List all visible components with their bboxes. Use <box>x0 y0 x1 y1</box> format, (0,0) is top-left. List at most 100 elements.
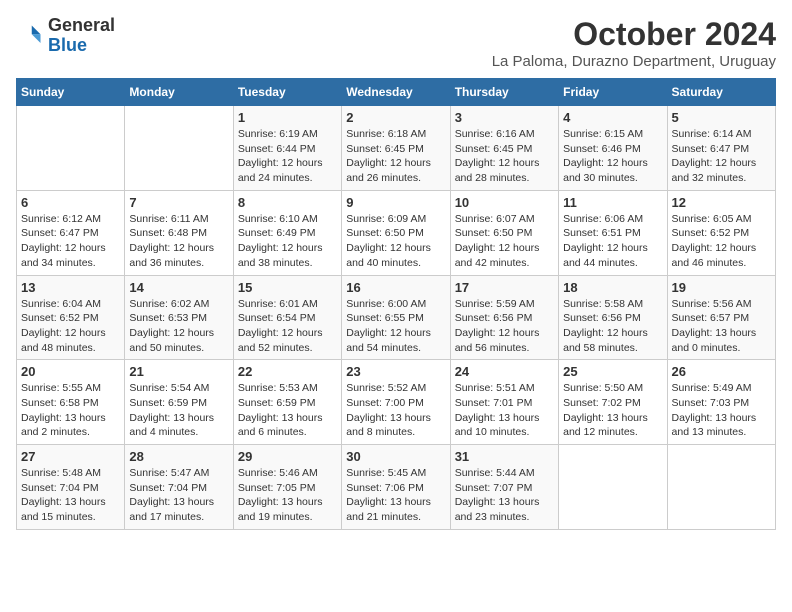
day-detail: Sunrise: 6:18 AMSunset: 6:45 PMDaylight:… <box>346 127 445 186</box>
day-number: 14 <box>129 280 228 295</box>
week-row-5: 27 Sunrise: 5:48 AMSunset: 7:04 PMDayligh… <box>17 445 776 530</box>
day-cell: 27 Sunrise: 5:48 AMSunset: 7:04 PMDayligh… <box>17 445 125 530</box>
day-detail: Sunrise: 5:58 AMSunset: 6:56 PMDaylight:… <box>563 297 662 356</box>
day-detail: Sunrise: 5:51 AMSunset: 7:01 PMDaylight:… <box>455 381 554 440</box>
day-cell: 25 Sunrise: 5:50 AMSunset: 7:02 PMDayligh… <box>559 360 667 445</box>
day-detail: Sunrise: 6:04 AMSunset: 6:52 PMDaylight:… <box>21 297 120 356</box>
day-number: 27 <box>21 449 120 464</box>
day-number: 15 <box>238 280 337 295</box>
day-number: 25 <box>563 364 662 379</box>
day-number: 20 <box>21 364 120 379</box>
day-number: 6 <box>21 195 120 210</box>
day-cell: 1Sunrise: 6:19 AMSunset: 6:44 PMDaylight… <box>233 106 341 191</box>
day-number: 19 <box>672 280 771 295</box>
day-number: 3 <box>455 110 554 125</box>
day-number: 17 <box>455 280 554 295</box>
day-detail: Sunrise: 6:05 AMSunset: 6:52 PMDaylight:… <box>672 212 771 271</box>
day-detail: Sunrise: 5:55 AMSunset: 6:58 PMDaylight:… <box>21 381 120 440</box>
day-cell: 16 Sunrise: 6:00 AMSunset: 6:55 PMDayligh… <box>342 275 450 360</box>
day-cell: 7 Sunrise: 6:11 AMSunset: 6:48 PMDaylight… <box>125 190 233 275</box>
day-detail: Sunrise: 5:50 AMSunset: 7:02 PMDaylight:… <box>563 381 662 440</box>
day-detail: Sunrise: 5:54 AMSunset: 6:59 PMDaylight:… <box>129 381 228 440</box>
day-detail: Sunrise: 6:16 AMSunset: 6:45 PMDaylight:… <box>455 127 554 186</box>
day-number: 1 <box>238 110 337 125</box>
day-detail: Sunrise: 6:01 AMSunset: 6:54 PMDaylight:… <box>238 297 337 356</box>
logo: General Blue <box>16 16 115 56</box>
day-cell <box>125 106 233 191</box>
day-cell: 11 Sunrise: 6:06 AMSunset: 6:51 PMDayligh… <box>559 190 667 275</box>
day-detail: Sunrise: 6:15 AMSunset: 6:46 PMDaylight:… <box>563 127 662 186</box>
day-cell: 8 Sunrise: 6:10 AMSunset: 6:49 PMDaylight… <box>233 190 341 275</box>
day-detail: Sunrise: 6:12 AMSunset: 6:47 PMDaylight:… <box>21 212 120 271</box>
day-detail: Sunrise: 6:11 AMSunset: 6:48 PMDaylight:… <box>129 212 228 271</box>
day-number: 2 <box>346 110 445 125</box>
day-detail: Sunrise: 5:48 AMSunset: 7:04 PMDaylight:… <box>21 466 120 525</box>
day-number: 8 <box>238 195 337 210</box>
day-cell: 15 Sunrise: 6:01 AMSunset: 6:54 PMDayligh… <box>233 275 341 360</box>
day-number: 21 <box>129 364 228 379</box>
day-cell: 5 Sunrise: 6:14 AMSunset: 6:47 PMDaylight… <box>667 106 775 191</box>
day-cell: 12 Sunrise: 6:05 AMSunset: 6:52 PMDayligh… <box>667 190 775 275</box>
col-header-sunday: Sunday <box>17 79 125 106</box>
day-number: 16 <box>346 280 445 295</box>
day-cell: 6 Sunrise: 6:12 AMSunset: 6:47 PMDaylight… <box>17 190 125 275</box>
day-detail: Sunrise: 6:07 AMSunset: 6:50 PMDaylight:… <box>455 212 554 271</box>
logo-text: General Blue <box>48 16 115 56</box>
day-number: 11 <box>563 195 662 210</box>
day-detail: Sunrise: 5:52 AMSunset: 7:00 PMDaylight:… <box>346 381 445 440</box>
logo-general: General <box>48 15 115 35</box>
day-cell: 17Sunrise: 5:59 AMSunset: 6:56 PMDayligh… <box>450 275 558 360</box>
week-row-4: 20 Sunrise: 5:55 AMSunset: 6:58 PMDayligh… <box>17 360 776 445</box>
header-row: SundayMondayTuesdayWednesdayThursdayFrid… <box>17 79 776 106</box>
day-cell <box>667 445 775 530</box>
day-cell: 19 Sunrise: 5:56 AMSunset: 6:57 PMDayligh… <box>667 275 775 360</box>
day-detail: Sunrise: 5:47 AMSunset: 7:04 PMDaylight:… <box>129 466 228 525</box>
day-cell: 24 Sunrise: 5:51 AMSunset: 7:01 PMDayligh… <box>450 360 558 445</box>
day-detail: Sunrise: 6:09 AMSunset: 6:50 PMDaylight:… <box>346 212 445 271</box>
day-detail: Sunrise: 6:00 AMSunset: 6:55 PMDaylight:… <box>346 297 445 356</box>
col-header-tuesday: Tuesday <box>233 79 341 106</box>
day-number: 30 <box>346 449 445 464</box>
day-number: 24 <box>455 364 554 379</box>
day-cell: 2 Sunrise: 6:18 AMSunset: 6:45 PMDaylight… <box>342 106 450 191</box>
col-header-wednesday: Wednesday <box>342 79 450 106</box>
day-detail: Sunrise: 5:46 AMSunset: 7:05 PMDaylight:… <box>238 466 337 525</box>
day-number: 5 <box>672 110 771 125</box>
day-number: 13 <box>21 280 120 295</box>
day-detail: Sunrise: 6:14 AMSunset: 6:47 PMDaylight:… <box>672 127 771 186</box>
day-cell: 22Sunrise: 5:53 AMSunset: 6:59 PMDayligh… <box>233 360 341 445</box>
header: General Blue October 2024 La Paloma, Dur… <box>16 16 776 70</box>
day-cell: 9Sunrise: 6:09 AMSunset: 6:50 PMDaylight… <box>342 190 450 275</box>
day-detail: Sunrise: 5:56 AMSunset: 6:57 PMDaylight:… <box>672 297 771 356</box>
week-row-2: 6 Sunrise: 6:12 AMSunset: 6:47 PMDaylight… <box>17 190 776 275</box>
col-header-monday: Monday <box>125 79 233 106</box>
day-cell: 28 Sunrise: 5:47 AMSunset: 7:04 PMDayligh… <box>125 445 233 530</box>
day-detail: Sunrise: 5:45 AMSunset: 7:06 PMDaylight:… <box>346 466 445 525</box>
col-header-friday: Friday <box>559 79 667 106</box>
day-number: 23 <box>346 364 445 379</box>
day-cell: 29Sunrise: 5:46 AMSunset: 7:05 PMDayligh… <box>233 445 341 530</box>
logo-icon <box>16 22 44 50</box>
day-number: 7 <box>129 195 228 210</box>
day-number: 28 <box>129 449 228 464</box>
day-cell: 10 Sunrise: 6:07 AMSunset: 6:50 PMDayligh… <box>450 190 558 275</box>
day-cell <box>559 445 667 530</box>
day-detail: Sunrise: 5:44 AMSunset: 7:07 PMDaylight:… <box>455 466 554 525</box>
title-area: October 2024 La Paloma, Durazno Departme… <box>492 16 776 70</box>
day-number: 12 <box>672 195 771 210</box>
day-cell: 20 Sunrise: 5:55 AMSunset: 6:58 PMDayligh… <box>17 360 125 445</box>
day-detail: Sunrise: 6:06 AMSunset: 6:51 PMDaylight:… <box>563 212 662 271</box>
location-title: La Paloma, Durazno Department, Uruguay <box>492 53 776 70</box>
day-number: 4 <box>563 110 662 125</box>
day-cell: 4 Sunrise: 6:15 AMSunset: 6:46 PMDaylight… <box>559 106 667 191</box>
day-cell: 21 Sunrise: 5:54 AMSunset: 6:59 PMDayligh… <box>125 360 233 445</box>
calendar-table: SundayMondayTuesdayWednesdayThursdayFrid… <box>16 78 776 530</box>
day-number: 18 <box>563 280 662 295</box>
day-number: 10 <box>455 195 554 210</box>
col-header-thursday: Thursday <box>450 79 558 106</box>
day-cell: 26Sunrise: 5:49 AMSunset: 7:03 PMDayligh… <box>667 360 775 445</box>
col-header-saturday: Saturday <box>667 79 775 106</box>
day-detail: Sunrise: 6:02 AMSunset: 6:53 PMDaylight:… <box>129 297 228 356</box>
day-detail: Sunrise: 5:49 AMSunset: 7:03 PMDaylight:… <box>672 381 771 440</box>
day-detail: Sunrise: 6:10 AMSunset: 6:49 PMDaylight:… <box>238 212 337 271</box>
